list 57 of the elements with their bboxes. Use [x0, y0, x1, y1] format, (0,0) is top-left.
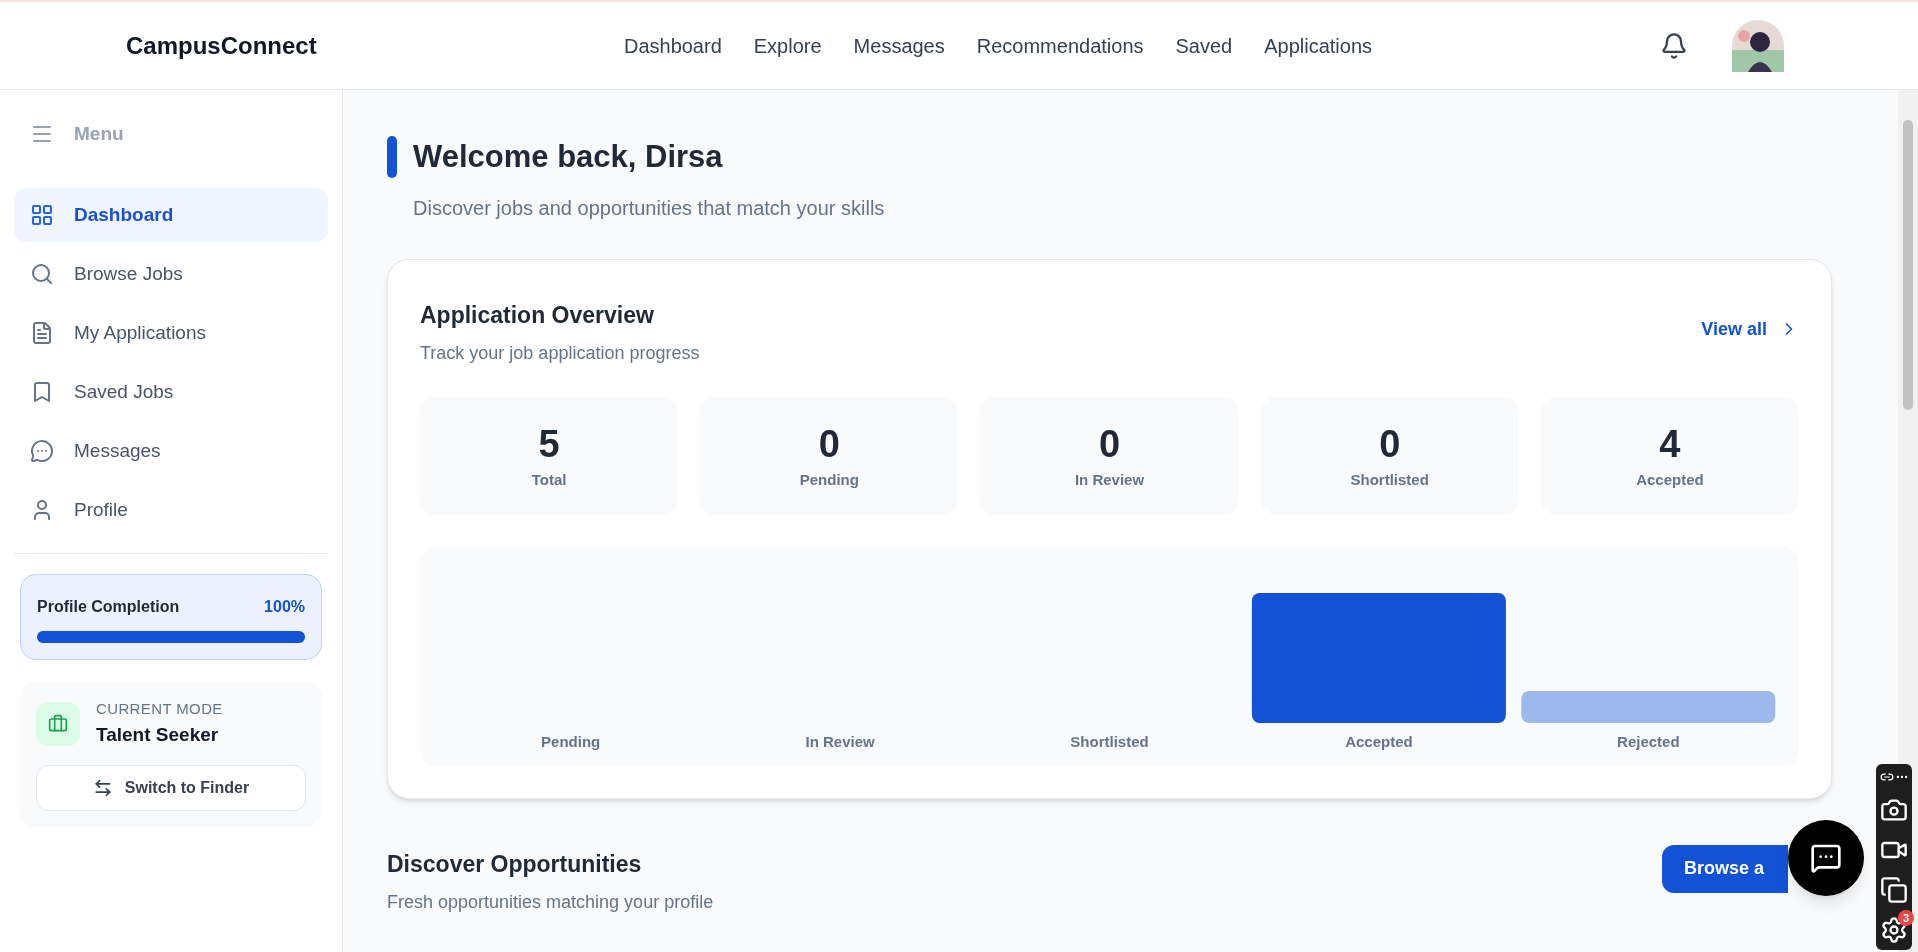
- notification-bell-icon[interactable]: [1660, 31, 1688, 60]
- welcome-subtitle: Discover jobs and opportunities that match your skills: [413, 195, 886, 221]
- chart-category-label: In Review: [805, 732, 875, 752]
- welcome-title: Welcome back, Dirsa: [413, 138, 723, 176]
- discover-title: Discover Opportunities: [387, 849, 643, 879]
- document-icon: [30, 321, 54, 345]
- view-all-link[interactable]: View all: [1701, 315, 1799, 343]
- overview-title: Application Overview: [420, 300, 655, 330]
- grid-icon: [30, 203, 54, 227]
- sidebar-item[interactable]: My Applications: [14, 306, 328, 360]
- browse-button[interactable]: Browse a: [1662, 844, 1788, 893]
- chat-icon: [1810, 842, 1842, 874]
- chart-category-label: Shortlisted: [1070, 732, 1149, 752]
- sidebar-item[interactable]: Messages: [14, 424, 328, 478]
- settings-icon[interactable]: [1880, 916, 1908, 944]
- menu-label: Menu: [74, 121, 124, 146]
- chart-category-label: Pending: [541, 732, 601, 752]
- stat-value: 0: [1098, 422, 1121, 467]
- chart-category-label: Rejected: [1617, 732, 1680, 752]
- stat-value: 5: [538, 422, 560, 467]
- nav-link[interactable]: Messages: [853, 30, 945, 61]
- sidebar-item[interactable]: Saved Jobs: [14, 365, 328, 419]
- stat-value: 0: [818, 422, 840, 467]
- brand-logo[interactable]: CampusConnect: [126, 27, 456, 64]
- nav-link[interactable]: Recommendations: [976, 30, 1144, 61]
- chat-bubble-icon: [30, 439, 54, 463]
- mode-value: Talent Seeker: [96, 722, 220, 747]
- overview-subtitle: Track your job application progress: [420, 342, 700, 365]
- notification-badge: 3: [1898, 910, 1914, 926]
- link-icon[interactable]: [1879, 770, 1894, 784]
- profile-completion-label: Profile Completion: [37, 597, 180, 617]
- stat-value: 4: [1659, 422, 1681, 467]
- sidebar-item[interactable]: Dashboard: [14, 188, 328, 242]
- chat-button[interactable]: [1788, 820, 1864, 896]
- stat-value: 0: [1379, 422, 1401, 467]
- chart-category-label: Accepted: [1345, 732, 1413, 752]
- scrollbar-thumb[interactable]: [1903, 120, 1913, 410]
- nav-link[interactable]: Applications: [1264, 30, 1373, 61]
- stat-label: Accepted: [1636, 469, 1704, 490]
- stat-label: Shortlisted: [1350, 469, 1429, 490]
- switch-mode-button[interactable]: Switch to Finder: [36, 765, 306, 811]
- nav-link[interactable]: Saved: [1175, 30, 1233, 61]
- sidebar-item[interactable]: Profile: [14, 483, 328, 537]
- stat-label: In Review: [1074, 469, 1145, 490]
- stat-label: Total: [531, 469, 567, 490]
- sidebar-item[interactable]: Browse Jobs: [14, 247, 328, 301]
- mode-caption: CURRENT MODE: [96, 699, 223, 719]
- nav-link[interactable]: Dashboard: [623, 30, 722, 61]
- avatar[interactable]: [1732, 19, 1784, 72]
- nav-link[interactable]: Explore: [753, 30, 822, 61]
- search-icon: [30, 262, 54, 286]
- briefcase-icon: [36, 701, 80, 746]
- profile-completion-percent: 100%: [264, 597, 305, 617]
- accent-bar: [387, 136, 397, 179]
- discover-subtitle: Fresh opportunities matching your profile: [387, 891, 714, 914]
- windows-icon[interactable]: [1880, 876, 1908, 904]
- stat-label: Pending: [799, 469, 859, 490]
